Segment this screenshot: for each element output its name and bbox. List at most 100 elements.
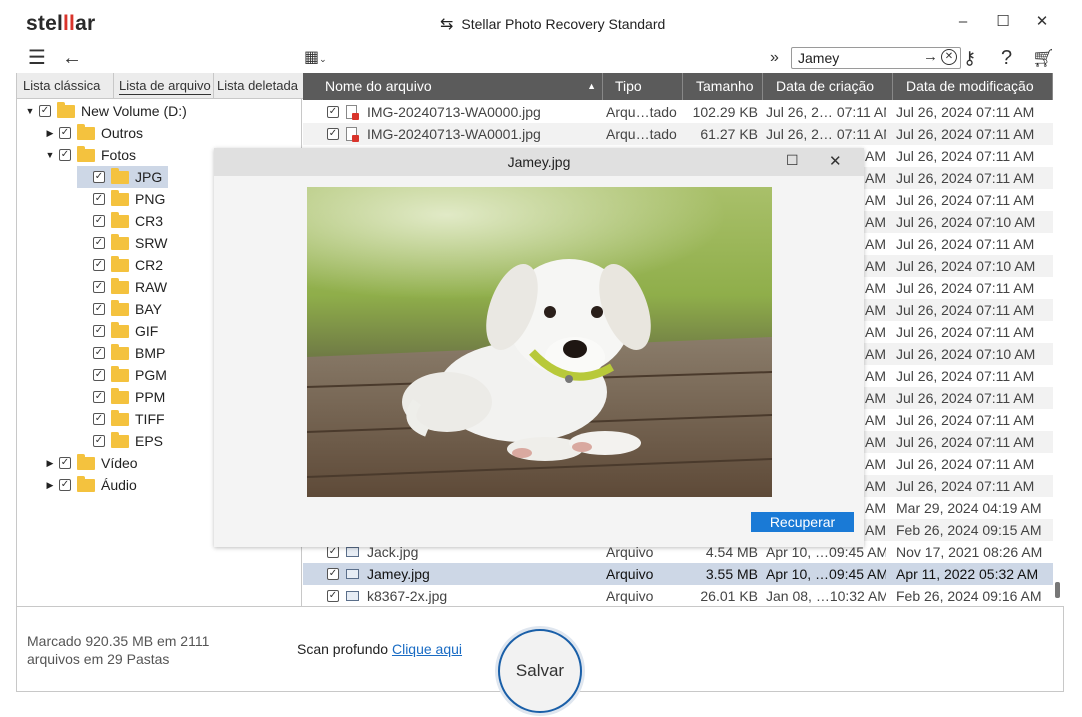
tree-checkbox[interactable]: ✓ [93, 369, 105, 381]
tree-checkbox[interactable]: ✓ [59, 479, 71, 491]
puppy-photo-image [307, 187, 772, 497]
cell-size: 26.01 KB [700, 588, 758, 604]
preview-close-button[interactable]: ✕ [829, 152, 842, 170]
tree-checkbox[interactable]: ✓ [93, 215, 105, 227]
col-nome-do-arquivo[interactable]: Nome do arquivo ▲ [303, 73, 603, 100]
tree-item-label: PPM [135, 389, 166, 405]
table-row[interactable]: ✓ k8367-2x.jpg Arquivo 26.01 KB Jan 08, …10:… [303, 585, 1053, 606]
tab-lista-deletada[interactable]: Lista deletada [217, 78, 298, 93]
tree-item-label: CR2 [135, 257, 164, 273]
tree-checkbox[interactable]: ✓ [93, 391, 105, 403]
tree-item-label: GIF [135, 323, 159, 339]
tree-item[interactable]: ▶ ✓ Outros [17, 122, 303, 144]
cell-modified: Feb 26, 2024 09:15 AM [896, 522, 1042, 538]
expand-down-icon[interactable]: ▼ [43, 150, 57, 160]
tree-item-label: New Volume (D:) [81, 103, 187, 119]
preview-maximize-button[interactable]: ☐ [786, 152, 799, 169]
cell-modified: Nov 17, 2021 08:26 AM [896, 544, 1043, 560]
key-icon[interactable]: ⚷ [963, 46, 976, 70]
table-header: Nome do arquivo ▲ Tipo Tamanho Data de cr… [303, 73, 1053, 100]
folder-icon [77, 475, 95, 492]
expand-right-icon[interactable]: ▶ [43, 458, 57, 469]
tab-lista-de-arquivo[interactable]: Lista de arquivo [119, 78, 211, 95]
folder-icon [111, 299, 129, 316]
tree-item-label: CR3 [135, 213, 164, 229]
save-button[interactable]: Salvar [498, 629, 582, 713]
menu-icon[interactable]: ☰ [28, 46, 46, 70]
tree-checkbox[interactable]: ✓ [93, 171, 105, 183]
cell-modified: Jul 26, 2024 07:11 AM [896, 302, 1035, 318]
search-go-icon[interactable]: → [923, 48, 938, 65]
row-checkbox[interactable]: ✓ [327, 128, 339, 140]
col-data-de-criacao[interactable]: Data de criação [763, 73, 893, 100]
minimize-button[interactable]: – [953, 12, 973, 32]
tree-item-label: Fotos [101, 147, 137, 163]
table-row[interactable]: ✓ IMG-20240713-WA0000.jpg Arqu…tado 102.29 … [303, 101, 1053, 123]
help-icon[interactable]: ? [1001, 46, 1012, 70]
tree-checkbox[interactable]: ✓ [93, 237, 105, 249]
preview-dialog: Jamey.jpg ☐ ✕ Recuperar [214, 148, 864, 547]
expand-right-icon[interactable]: ▶ [43, 480, 57, 491]
tree-item[interactable]: ▼ ✓ New Volume (D:) [17, 100, 303, 122]
tree-checkbox[interactable]: ✓ [93, 435, 105, 447]
folder-icon [111, 387, 129, 404]
tree-checkbox[interactable]: ✓ [59, 457, 71, 469]
cell-modified: Jul 26, 2024 07:11 AM [896, 368, 1035, 384]
back-arrow-icon[interactable]: ← [62, 46, 82, 70]
tree-item-label: Vídeo [101, 455, 138, 471]
tree-checkbox[interactable]: ✓ [93, 325, 105, 337]
tree-checkbox[interactable]: ✓ [59, 149, 71, 161]
tree-item-label: PNG [135, 191, 166, 207]
tree-checkbox[interactable]: ✓ [39, 105, 51, 117]
cell-name: IMG-20240713-WA0000.jpg [367, 104, 541, 120]
cell-modified: Jul 26, 2024 07:10 AM [896, 214, 1036, 230]
deep-scan-link[interactable]: Clique aqui [392, 641, 462, 657]
col-data-de-modificacao[interactable]: Data de modificação [893, 73, 1053, 100]
tree-checkbox[interactable]: ✓ [59, 127, 71, 139]
expand-down-icon[interactable]: ▼ [23, 106, 37, 116]
folder-icon [111, 255, 129, 272]
tree-checkbox[interactable]: ✓ [93, 347, 105, 359]
search-box: → ✕ [791, 47, 961, 69]
cell-modified: Jul 26, 2024 07:10 AM [896, 258, 1036, 274]
tree-item-label: Áudio [101, 477, 137, 493]
cell-size: 3.55 MB [705, 566, 758, 582]
cell-type: Arquivo [606, 566, 654, 582]
table-scrollbar[interactable] [1055, 582, 1060, 598]
table-row[interactable]: ✓ IMG-20240713-WA0001.jpg Arqu…tado 61.27 K… [303, 123, 1053, 145]
view-tabs: Lista clássica Lista de arquivo Lista de… [17, 73, 303, 99]
view-grid-icon[interactable]: ▦⌄ [304, 46, 327, 71]
tree-checkbox[interactable]: ✓ [93, 303, 105, 315]
folder-icon [111, 321, 129, 338]
cell-modified: Feb 26, 2024 09:16 AM [896, 588, 1042, 604]
col-tipo[interactable]: Tipo [603, 73, 683, 100]
search-input[interactable] [798, 49, 908, 67]
row-checkbox[interactable]: ✓ [327, 590, 339, 602]
recuperar-button[interactable]: Recuperar [751, 512, 854, 532]
row-checkbox[interactable]: ✓ [327, 106, 339, 118]
tree-checkbox[interactable]: ✓ [93, 281, 105, 293]
swap-arrows-icon[interactable]: ⇆ [440, 16, 453, 33]
tree-item-label: Outros [101, 125, 144, 141]
maximize-button[interactable]: ☐ [993, 12, 1013, 32]
expand-right-icon[interactable]: ▶ [43, 128, 57, 139]
row-checkbox[interactable]: ✓ [327, 568, 339, 580]
preview-titlebar: Jamey.jpg ☐ ✕ [214, 148, 864, 176]
tree-checkbox[interactable]: ✓ [93, 413, 105, 425]
row-checkbox[interactable]: ✓ [327, 546, 339, 558]
clear-search-icon[interactable]: ✕ [941, 49, 957, 65]
tab-lista-classica[interactable]: Lista clássica [23, 78, 100, 93]
tree-checkbox[interactable]: ✓ [93, 193, 105, 205]
cell-type: Arqu…tado [606, 104, 677, 120]
table-row[interactable]: ✓ Jamey.jpg Arquivo 3.55 MB Apr 10, …09:45 A… [303, 563, 1053, 585]
close-button[interactable]: ✕ [1032, 12, 1052, 32]
double-chevron-icon[interactable]: » [770, 46, 779, 70]
cell-modified: Apr 11, 2022 05:32 AM [896, 566, 1039, 582]
tree-item-label: BMP [135, 345, 166, 361]
tree-item-label: RAW [135, 279, 168, 295]
col-tamanho[interactable]: Tamanho [683, 73, 763, 100]
cell-size: 61.27 KB [700, 126, 758, 142]
tree-checkbox[interactable]: ✓ [93, 259, 105, 271]
cart-icon[interactable]: 🛒︎ [1032, 46, 1055, 70]
image-file-icon [346, 591, 359, 601]
